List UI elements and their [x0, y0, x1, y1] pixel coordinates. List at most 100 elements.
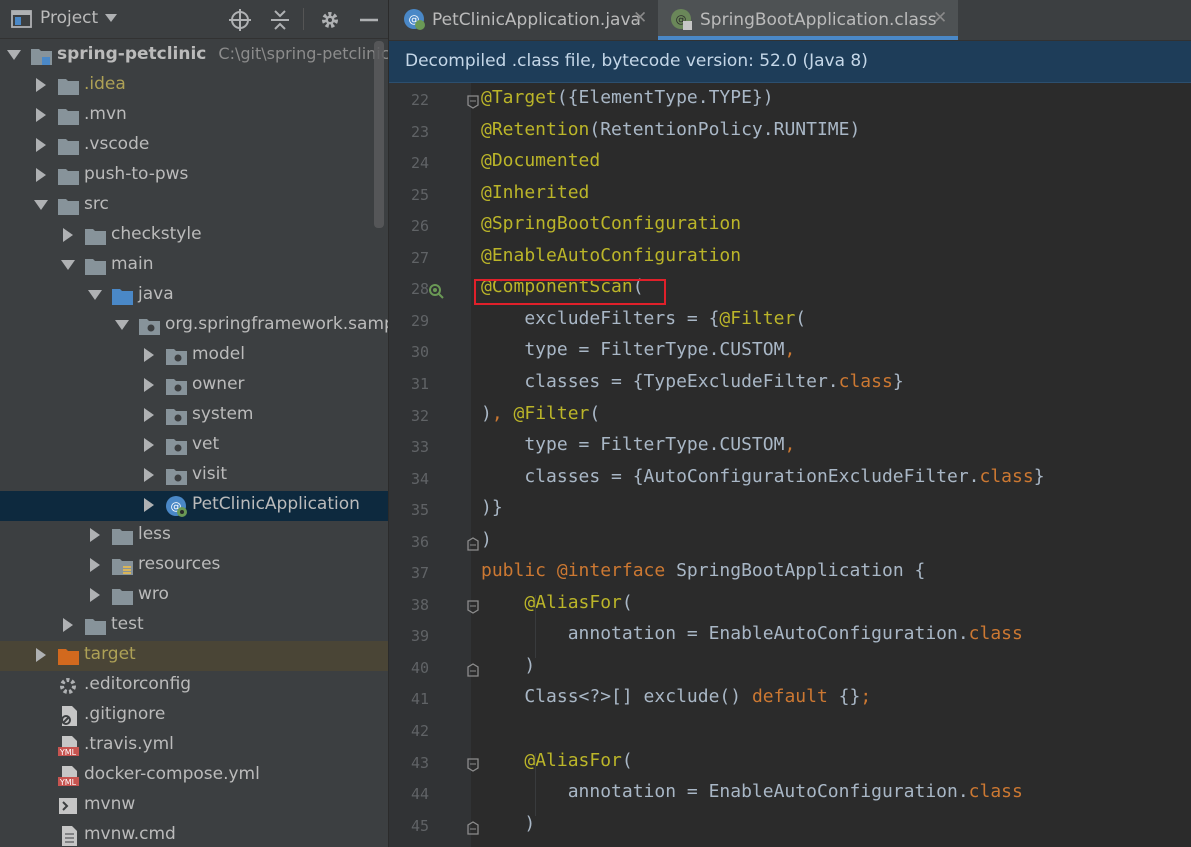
code-line[interactable]: )} [481, 497, 503, 518]
tree-item-wro[interactable]: wro [0, 581, 388, 611]
line-number: 42 [410, 722, 429, 740]
expand-arrow-right-icon[interactable] [33, 107, 51, 125]
tree-item-vscode[interactable]: .vscode [0, 131, 388, 161]
tree-item-target[interactable]: target [0, 641, 388, 671]
expand-arrow-right-icon[interactable] [33, 137, 51, 155]
expand-arrow-right-icon[interactable] [33, 77, 51, 95]
fold-end-icon[interactable] [467, 536, 479, 551]
gear-icon[interactable] [319, 9, 341, 31]
expand-arrow-right-icon[interactable] [141, 437, 159, 455]
tree-item-mvn[interactable]: .mvn [0, 101, 388, 131]
tree-scrollbar[interactable] [374, 41, 384, 228]
header-separator [303, 8, 304, 30]
code-line[interactable]: ) [481, 529, 492, 550]
code-token: ) [481, 528, 492, 550]
expand-arrow-right-icon[interactable] [141, 347, 159, 365]
expand-arrow-down-icon[interactable] [87, 287, 105, 305]
close-tab-icon[interactable]: ✕ [933, 8, 947, 28]
code-line[interactable]: @EnableAutoConfiguration [481, 245, 741, 266]
project-view-selector[interactable]: Project [40, 8, 98, 28]
fold-start-icon[interactable] [467, 600, 479, 614]
code-line[interactable]: annotation = EnableAutoConfiguration.cla… [481, 781, 1023, 802]
expand-arrow-right-icon[interactable] [60, 617, 78, 635]
tab-spring-boot-application-class[interactable]: @ SpringBootApplication.class ✕ [658, 0, 958, 40]
tree-item-petclinicapplication[interactable]: @ PetClinicApplication [0, 491, 388, 521]
tree-item-mvnw[interactable]: mvnw [0, 791, 388, 821]
code-line[interactable]: classes = {AutoConfigurationExcludeFilte… [481, 466, 1044, 487]
tree-item-less[interactable]: less [0, 521, 388, 551]
tree-item-push-to-pws[interactable]: push-to-pws [0, 161, 388, 191]
tree-item-src[interactable]: src [0, 191, 388, 221]
code-line[interactable]: ) [481, 655, 535, 676]
fold-end-icon[interactable] [467, 663, 479, 677]
tree-item-system[interactable]: system [0, 401, 388, 431]
expand-arrow-down-icon[interactable] [60, 257, 78, 275]
project-window-icon [11, 10, 32, 28]
code-line[interactable]: @Documented [481, 150, 600, 171]
tree-item-vet[interactable]: vet [0, 431, 388, 461]
code-editor[interactable]: 22 23 24 25 26 27 28 29 30 31 32 33 34 35 36 37 38 39 40 41… [389, 83, 1191, 847]
expand-arrow-right-icon[interactable] [33, 647, 51, 665]
tree-item-mvnw-cmd[interactable]: mvnw.cmd [0, 821, 388, 847]
tree-item-owner[interactable]: owner [0, 371, 388, 401]
tree-item-main[interactable]: main [0, 251, 388, 281]
tree-item-spring-petclinic[interactable]: spring-petclinic C:\git\spring-petclinic [0, 41, 388, 71]
tree-item-test[interactable]: test [0, 611, 388, 641]
expand-arrow-right-icon[interactable] [141, 377, 159, 395]
tree-item-java[interactable]: java [0, 281, 388, 311]
chevron-down-icon[interactable] [104, 13, 118, 23]
fold-start-icon[interactable] [467, 757, 479, 772]
project-panel-header: Project [0, 0, 388, 39]
code-line[interactable]: @Target({ElementType.TYPE}) [481, 87, 774, 108]
tree-item-travis-yml[interactable]: YML .travis.yml [0, 731, 388, 761]
minimize-icon[interactable] [359, 9, 379, 31]
code-line[interactable]: public @interface SpringBootApplication … [481, 560, 925, 581]
expand-arrow-right-icon[interactable] [141, 467, 159, 485]
locate-target-icon[interactable] [229, 9, 251, 31]
code-line[interactable]: type = FilterType.CUSTOM, [481, 339, 795, 360]
fold-end-icon[interactable] [467, 820, 479, 835]
tab-petclinic-application-java[interactable]: @ PetClinicApplication.java ✕ [389, 0, 653, 40]
tree-item-idea[interactable]: .idea [0, 71, 388, 101]
expand-arrow-right-icon[interactable] [87, 527, 105, 545]
folder-icon [58, 139, 79, 155]
tree-item-checkstyle[interactable]: checkstyle [0, 221, 388, 251]
collapse-all-icon[interactable] [269, 9, 291, 31]
spring-bean-gutter-icon[interactable] [427, 282, 445, 300]
expand-arrow-right-icon[interactable] [87, 587, 105, 605]
code-line[interactable]: type = FilterType.CUSTOM, [481, 434, 795, 455]
yml-file-icon: YML [58, 766, 79, 787]
expand-arrow-down-icon[interactable] [114, 317, 132, 335]
fold-start-icon[interactable] [467, 95, 479, 109]
expand-arrow-right-icon[interactable] [141, 497, 159, 515]
line-number: 28 [410, 280, 429, 299]
code-line[interactable]: Class<?>[] exclude() default {}; [481, 686, 871, 707]
code-line[interactable]: ) [481, 813, 535, 834]
code-line[interactable]: @SpringBootConfiguration [481, 213, 741, 234]
code-line[interactable]: @AliasFor( [481, 750, 632, 771]
close-tab-icon[interactable]: ✕ [633, 8, 647, 28]
tree-item-org-springframework-samples-petclinic[interactable]: org.springframework.samples.petclinic [0, 311, 388, 341]
line-number-gutter[interactable]: 22 23 24 25 26 27 28 29 30 31 32 33 34 35 36 37 38 39 40 41… [389, 83, 479, 847]
code-line[interactable]: ), @Filter( [481, 403, 600, 424]
expand-arrow-right-icon[interactable] [87, 557, 105, 575]
tree-item-docker-compose-yml[interactable]: YML docker-compose.yml [0, 761, 388, 791]
tree-item-resources[interactable]: resources [0, 551, 388, 581]
expand-arrow-right-icon[interactable] [141, 407, 159, 425]
code-line[interactable]: classes = {TypeExcludeFilter.class} [481, 371, 903, 392]
expand-arrow-right-icon[interactable] [33, 167, 51, 185]
expand-arrow-down-icon[interactable] [33, 197, 51, 215]
code-token: Class<?>[] exclude() [481, 686, 752, 708]
code-line[interactable]: excludeFilters = {@Filter( [481, 308, 806, 329]
expand-arrow-right-icon[interactable] [60, 227, 78, 245]
expand-arrow-down-icon[interactable] [6, 47, 24, 65]
tree-item-gitignore[interactable]: .gitignore [0, 701, 388, 731]
tree-item-editorconfig[interactable]: .editorconfig [0, 671, 388, 701]
code-line[interactable]: @Inherited [481, 182, 589, 203]
tree-item-visit[interactable]: visit [0, 461, 388, 491]
code-line[interactable]: @AliasFor( [481, 592, 632, 613]
tree-item-model[interactable]: model [0, 341, 388, 371]
code-line[interactable]: annotation = EnableAutoConfiguration.cla… [481, 623, 1023, 644]
code-line[interactable]: @Retention(RetentionPolicy.RUNTIME) [481, 119, 860, 140]
tree-item-label: wro [138, 584, 169, 604]
